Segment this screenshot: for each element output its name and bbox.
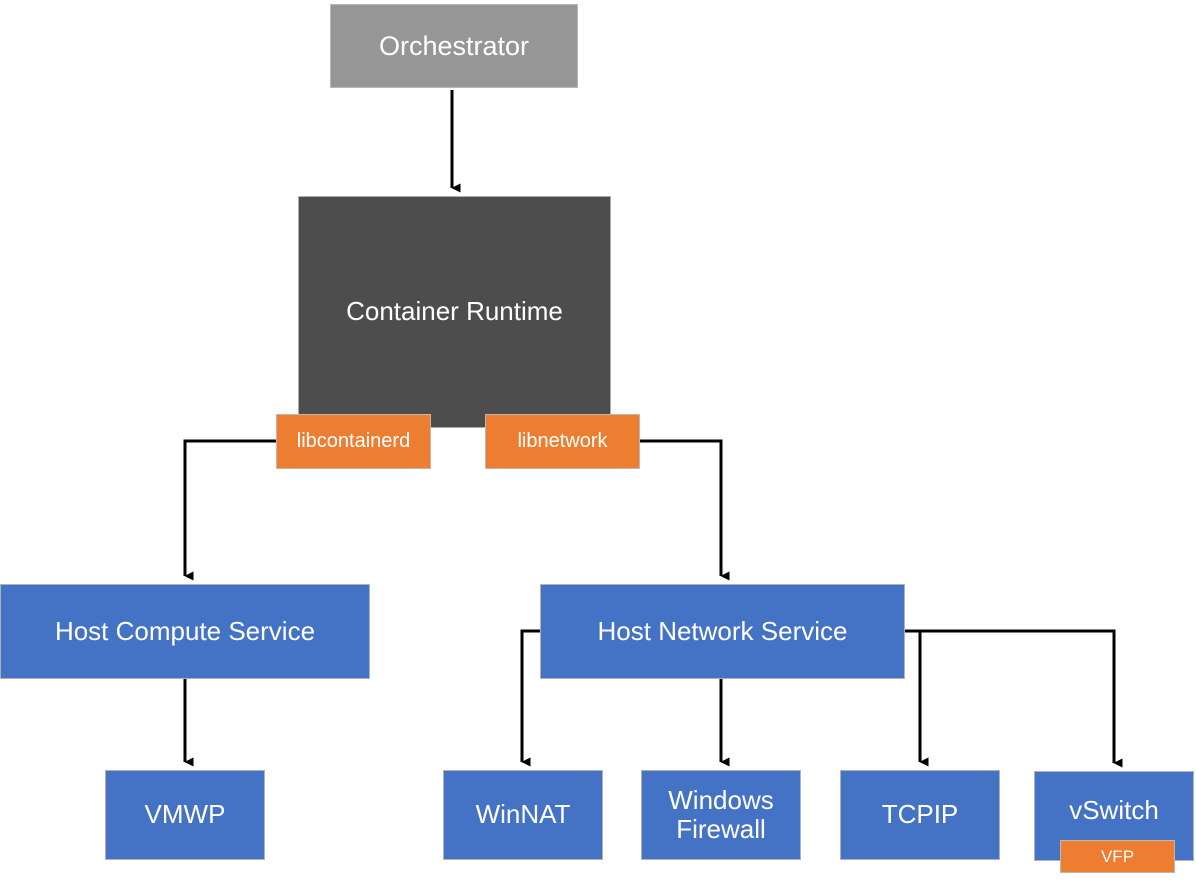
node-windows-firewall[interactable]: Windows Firewall — [641, 770, 801, 860]
node-container-runtime-label: Container Runtime — [346, 296, 563, 327]
node-host-compute-service-label: Host Compute Service — [54, 615, 316, 646]
node-vfp-label: VFP — [1100, 846, 1135, 866]
node-vfp[interactable]: VFP — [1060, 840, 1175, 873]
edge-libnetwork-to-host-network-service — [640, 439, 730, 581]
node-libcontainerd-label: libcontainerd — [296, 430, 411, 453]
node-vmwp-label: VMWP — [144, 799, 226, 830]
node-libnetwork-label: libnetwork — [517, 430, 608, 453]
edge-host-network-service-to-tcpip — [905, 629, 929, 767]
edge-host-network-service-to-winnat — [520, 629, 541, 767]
node-libnetwork[interactable]: libnetwork — [485, 414, 640, 469]
node-orchestrator-label: Orchestrator — [378, 30, 530, 61]
node-vmwp[interactable]: VMWP — [105, 770, 265, 860]
node-winnat-label: WinNAT — [475, 799, 571, 830]
node-tcpip[interactable]: TCPIP — [840, 770, 1000, 860]
node-winnat[interactable]: WinNAT — [443, 770, 603, 860]
edge-host-network-service-to-vswitch — [905, 629, 1123, 768]
node-host-compute-service[interactable]: Host Compute Service — [0, 584, 370, 679]
node-orchestrator[interactable]: Orchestrator — [330, 4, 578, 88]
node-vswitch-label: vSwitch — [1069, 795, 1159, 825]
node-tcpip-label: TCPIP — [881, 799, 959, 830]
node-container-runtime[interactable]: Container Runtime — [298, 196, 611, 428]
node-libcontainerd[interactable]: libcontainerd — [276, 414, 431, 469]
architecture-diagram: Orchestrator Container Runtime libcontai… — [0, 0, 1196, 884]
node-windows-firewall-label: Windows Firewall — [668, 784, 774, 844]
node-host-network-service[interactable]: Host Network Service — [540, 584, 905, 679]
node-host-network-service-label: Host Network Service — [597, 615, 848, 646]
edge-libcontainerd-to-host-compute-service — [183, 439, 276, 581]
